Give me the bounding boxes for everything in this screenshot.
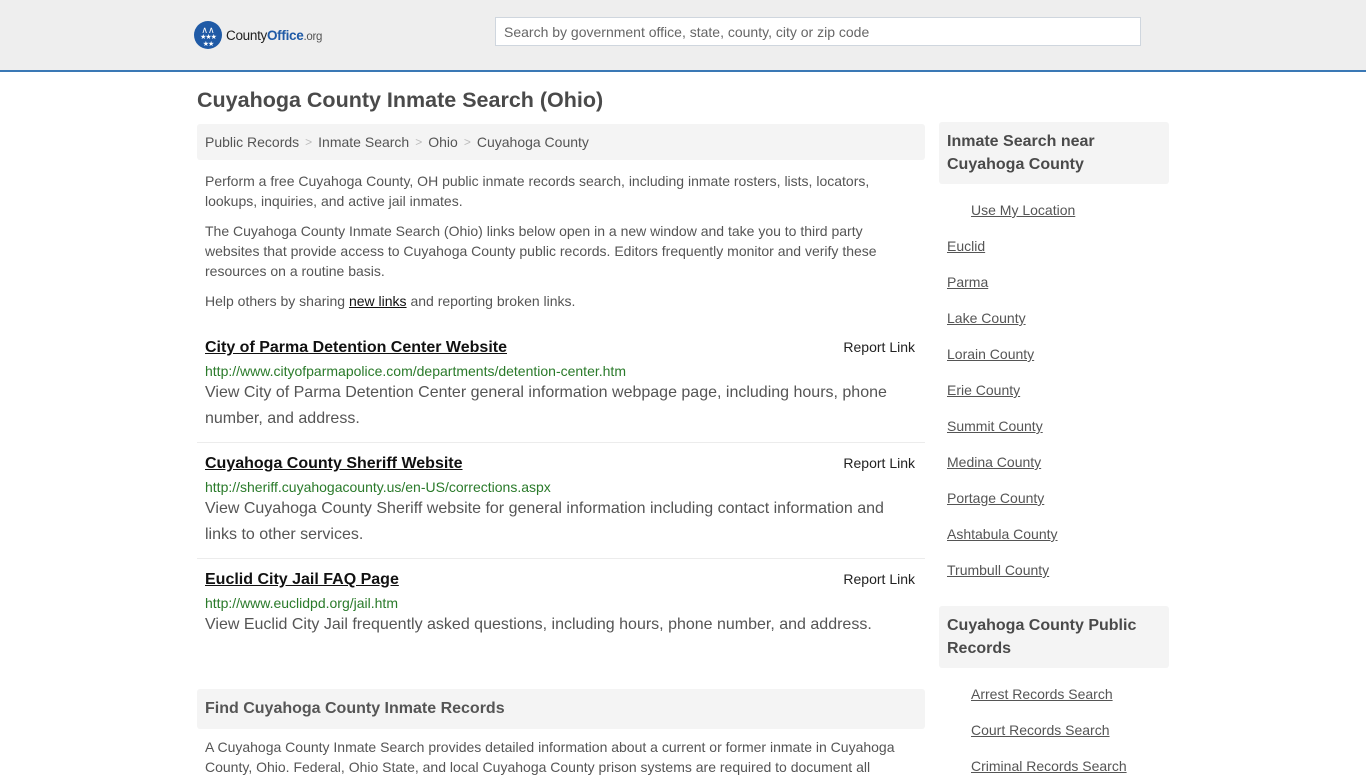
share-paragraph: Help others by sharing new links and rep… (205, 293, 576, 309)
resource-url: http://www.euclidpd.org/jail.htm (205, 595, 398, 611)
list-item: Cuyahoga County Sheriff Website Report L… (197, 443, 925, 559)
report-link-button[interactable]: Report Link (843, 571, 915, 587)
nearby-link[interactable]: Ashtabula County (947, 526, 1058, 542)
search-input[interactable] (495, 17, 1141, 46)
records-link[interactable]: Arrest Records Search (971, 686, 1113, 702)
breadcrumb-public-records[interactable]: Public Records (205, 134, 299, 150)
list-item: Criminal Records Search (947, 748, 1161, 784)
site-logo[interactable]: ∧∧ ★★★ ★★ CountyOffice.org (194, 21, 322, 49)
list-item: Trumbull County (947, 552, 1161, 588)
intro-text: Perform a free Cuyahoga County, OH publi… (197, 171, 925, 311)
nearby-link[interactable]: Erie County (947, 382, 1020, 398)
nearby-link[interactable]: Lorain County (947, 346, 1034, 362)
use-my-location-link[interactable]: Use My Location (971, 202, 1075, 218)
nearby-list: Use My Location Euclid Parma Lake County… (939, 184, 1169, 588)
nearby-link[interactable]: Portage County (947, 490, 1044, 506)
find-records-heading: Find Cuyahoga County Inmate Records (197, 689, 925, 729)
nearby-link[interactable]: Parma (947, 274, 988, 290)
resource-url: http://www.cityofparmapolice.com/departm… (205, 363, 626, 379)
page-title: Cuyahoga County Inmate Search (Ohio) (197, 88, 604, 112)
report-link-button[interactable]: Report Link (843, 455, 915, 471)
resource-title-link[interactable]: City of Parma Detention Center Website (205, 337, 507, 359)
breadcrumb-inmate-search[interactable]: Inmate Search (318, 134, 409, 150)
nearby-link[interactable]: Lake County (947, 310, 1026, 326)
list-item: Medina County (947, 444, 1161, 480)
list-item: Erie County (947, 372, 1161, 408)
list-item: Ashtabula County (947, 516, 1161, 552)
nearby-heading: Inmate Search near Cuyahoga County (939, 122, 1169, 184)
site-header: ∧∧ ★★★ ★★ CountyOffice.org (0, 0, 1366, 72)
list-item: Euclid (947, 228, 1161, 264)
public-records-heading: Cuyahoga County Public Records (939, 606, 1169, 668)
resource-title-link[interactable]: Cuyahoga County Sheriff Website (205, 453, 463, 475)
list-item: Lake County (947, 300, 1161, 336)
sidebar: Inmate Search near Cuyahoga County Use M… (939, 122, 1169, 784)
find-records-text: A Cuyahoga County Inmate Search provides… (205, 739, 895, 775)
breadcrumb-ohio[interactable]: Ohio (428, 134, 458, 150)
intro-paragraph: Perform a free Cuyahoga County, OH publi… (205, 173, 870, 209)
resource-title-link[interactable]: Euclid City Jail FAQ Page (205, 569, 399, 591)
breadcrumb-separator: > (305, 135, 313, 149)
new-links-link[interactable]: new links (349, 293, 407, 309)
breadcrumb-separator: > (415, 135, 423, 149)
list-item: Lorain County (947, 336, 1161, 372)
main-content: Public Records > Inmate Search > Ohio > … (197, 124, 925, 777)
records-link[interactable]: Court Records Search (971, 722, 1110, 738)
list-item: Court Records Search (947, 712, 1161, 748)
breadcrumb-separator: > (463, 135, 471, 149)
resource-description: View Euclid City Jail frequently asked q… (205, 616, 872, 633)
logo-text: CountyOffice.org (226, 27, 323, 43)
list-item: Euclid City Jail FAQ Page Report Link ht… (197, 559, 925, 648)
resource-description: View City of Parma Detention Center gene… (205, 384, 887, 427)
list-item: City of Parma Detention Center Website R… (197, 331, 925, 443)
resource-url: http://sheriff.cuyahogacounty.us/en-US/c… (205, 479, 551, 495)
list-item: Portage County (947, 480, 1161, 516)
report-link-button[interactable]: Report Link (843, 339, 915, 355)
nearby-link[interactable]: Trumbull County (947, 562, 1049, 578)
breadcrumb: Public Records > Inmate Search > Ohio > … (197, 124, 925, 160)
resource-description: View Cuyahoga County Sheriff website for… (205, 500, 884, 543)
intro-paragraph: The Cuyahoga County Inmate Search (Ohio)… (205, 223, 877, 279)
public-records-list: Arrest Records Search Court Records Sear… (939, 668, 1169, 784)
list-item: Arrest Records Search (947, 676, 1161, 712)
list-item: Summit County (947, 408, 1161, 444)
eagle-stars-icon: ∧∧ ★★★ ★★ (194, 21, 222, 49)
nearby-link[interactable]: Medina County (947, 454, 1041, 470)
resource-links: City of Parma Detention Center Website R… (197, 331, 925, 648)
nearby-link[interactable]: Summit County (947, 418, 1043, 434)
records-link[interactable]: Criminal Records Search (971, 758, 1127, 774)
list-item: Use My Location (947, 192, 1161, 228)
list-item: Parma (947, 264, 1161, 300)
nearby-link[interactable]: Euclid (947, 238, 985, 254)
breadcrumb-cuyahoga-county[interactable]: Cuyahoga County (477, 134, 589, 150)
